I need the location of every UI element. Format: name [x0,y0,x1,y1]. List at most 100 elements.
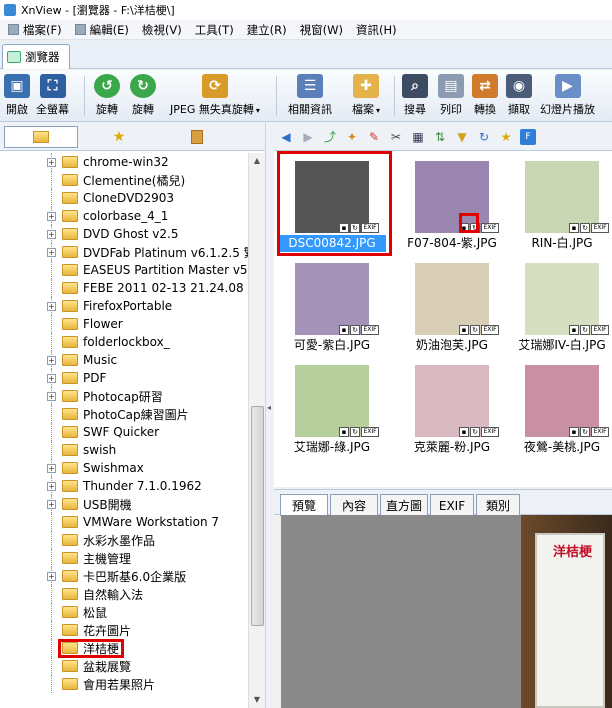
expand-icon[interactable]: + [47,157,56,167]
tree-item[interactable]: FEBE 2011 02-13 21.24.08 [0,279,248,297]
tab-favorites[interactable]: ★ [82,126,156,148]
related-info-button[interactable]: ☰ 相關資訊 [288,74,332,117]
panel-splitter[interactable]: ◂ [266,123,274,708]
thumbnail-item[interactable]: ▪ ↻ EXIF 艾瑞娜IV-白.JPG [508,257,612,355]
tree-item[interactable]: + Swishmax [0,459,248,477]
tree-item[interactable]: + Thunder 7.1.0.1962 [0,477,248,495]
tree-item[interactable]: 洋桔梗 [0,639,248,657]
menu-tools[interactable]: 工具(T) [195,22,234,38]
expand-icon[interactable]: + [47,211,56,221]
tab-browser[interactable]: 瀏覽器 [2,44,70,69]
tab-folders[interactable] [4,125,78,148]
back-arrow-icon[interactable]: ◀ [278,129,294,145]
tree-item[interactable]: + 卡巴斯基6.0企業版 [0,567,248,585]
tab-properties[interactable]: 內容 [330,494,378,516]
menu-file[interactable]: 檔案(F) [8,22,62,38]
tree-item[interactable]: VMWare Workstation 7 [0,513,248,531]
refresh-icon[interactable]: ↻ [476,129,492,145]
thumbnail-item[interactable]: ▪ ↻ EXIF 夜鶯-美桃.JPG [508,359,612,457]
thumbnail-item[interactable]: ▪ ↻ EXIF 可愛-紫白.JPG [278,257,386,355]
scroll-down-icon[interactable]: ▼ [249,692,265,708]
tree-item[interactable]: + DVDFab Platinum v6.1.2.5 繁 [0,243,248,261]
tree-item[interactable]: 主機管理 [0,549,248,567]
thumbnail-item[interactable]: ▪ ↻ EXIF F07-804-紫.JPG [398,155,506,253]
scroll-up-icon[interactable]: ▲ [249,153,265,169]
thumbnail-item[interactable]: ▪ ↻ EXIF DSC00842.JPG [278,155,386,253]
tree-item[interactable]: + DVD Ghost v2.5 [0,225,248,243]
menu-view[interactable]: 檢視(V) [142,22,182,38]
expand-icon[interactable]: + [47,391,56,401]
menu-create[interactable]: 建立(R) [247,22,287,38]
tree-item[interactable]: + FirefoxPortable [0,297,248,315]
expand-icon[interactable]: + [47,373,56,383]
menu-window[interactable]: 視窗(W) [300,22,343,38]
tree-item[interactable]: 松鼠 [0,603,248,621]
tab-categories[interactable] [160,126,234,148]
favorite-star-icon[interactable]: ★ [498,129,514,145]
expand-icon[interactable]: + [47,229,56,239]
menu-edit[interactable]: 編輯(E) [74,22,129,38]
tree-item[interactable]: SWF Quicker [0,423,248,441]
tab-histogram[interactable]: 直方圖 [380,494,428,516]
tree-item[interactable]: PhotoCap練習圖片 [0,405,248,423]
tab-preview[interactable]: 預覽 [280,494,328,516]
tree-item[interactable]: CloneDVD2903 [0,189,248,207]
thumbnail-item[interactable]: ▪ ↻ EXIF 艾瑞娜-綠.JPG [278,359,386,457]
slideshow-button[interactable]: ▶ 幻燈片播放 [540,74,595,117]
tab-category[interactable]: 類別 [476,494,520,516]
rotate-right-button[interactable]: ↻ 旋轉 [130,74,156,117]
expand-icon[interactable]: + [47,463,56,473]
scrollbar-thumb[interactable] [251,406,264,626]
expand-icon[interactable]: + [47,499,56,509]
tree-item[interactable]: 花卉圖片 [0,621,248,639]
thumbnail-item[interactable]: ▪ ↻ EXIF 克萊麗-粉.JPG [398,359,506,457]
filter-icon[interactable]: ▼ [454,129,470,145]
menu-info[interactable]: 資訊(H) [356,22,397,38]
view-mode-icon[interactable]: ▦ [410,129,426,145]
print-button[interactable]: ▤ 列印 [438,74,464,117]
rotate-left-button[interactable]: ↺ 旋轉 [94,74,120,117]
tree-item[interactable]: Clementine(橘兒) [0,171,248,189]
new-folder-icon[interactable]: ✦ [344,129,360,145]
capture-button[interactable]: ◉ 擷取 [506,74,532,117]
tree-item[interactable]: 水彩水墨作品 [0,531,248,549]
jpeg-lossless-rotate-button[interactable]: ⟳ JPEG 無失真旋轉 ▾ [170,74,260,117]
sort-icon[interactable]: ⇅ [432,129,448,145]
cut-icon[interactable]: ✂ [388,129,404,145]
tree-item[interactable]: + USB開機 [0,495,248,513]
tree-item[interactable]: Flower [0,315,248,333]
expand-icon[interactable]: + [47,355,56,365]
open-button[interactable]: ▣ 開啟 [4,74,30,117]
tree-item[interactable]: folderlockbox_ [0,333,248,351]
convert-button[interactable]: ⇄ 轉換 [472,74,498,117]
type-badge-icon: ▪ [459,325,469,335]
tree-item[interactable]: EASEUS Partition Master v5.8 [0,261,248,279]
search-button[interactable]: ⌕ 搜尋 [402,74,428,117]
expand-icon[interactable]: + [47,301,56,311]
tree-item[interactable]: swish [0,441,248,459]
tab-exif[interactable]: EXIF [430,494,474,516]
folder-icon [62,354,78,366]
expand-icon[interactable]: + [47,571,56,581]
thumbnail-item[interactable]: ▪ ↻ EXIF 奶油泡芙.JPG [398,257,506,355]
fullscreen-button[interactable]: ⛶ 全螢幕 [36,74,69,117]
tree-item[interactable]: 自然輸入法 [0,585,248,603]
tree-item[interactable]: 會用若果照片 [0,675,248,693]
file-button[interactable]: ✚ 檔案 ▾ [352,74,380,117]
tree-item[interactable]: + Photocap研習 [0,387,248,405]
tree-item[interactable]: + colorbase_4_1 [0,207,248,225]
tree-item[interactable]: + Music [0,351,248,369]
rename-icon[interactable]: ✎ [366,129,382,145]
forward-arrow-icon[interactable]: ▶ [300,129,316,145]
binoculars-icon: ⌕ [402,74,428,98]
thumbnail-item[interactable]: ▪ ↻ EXIF RIN-白.JPG [508,155,612,253]
tree-scrollbar[interactable]: ▲ ▼ [248,153,265,708]
expand-icon[interactable]: + [47,481,56,491]
tree-item[interactable]: 盆栽展覽 [0,657,248,675]
up-folder-icon[interactable]: ⤴ [322,129,338,145]
tree-item[interactable]: + PDF [0,369,248,387]
expand-icon[interactable]: + [47,247,56,257]
path-icon[interactable]: F [520,128,536,145]
collapse-arrow-icon[interactable]: ◂ [267,403,271,412]
tree-item[interactable]: + chrome-win32 [0,153,248,171]
